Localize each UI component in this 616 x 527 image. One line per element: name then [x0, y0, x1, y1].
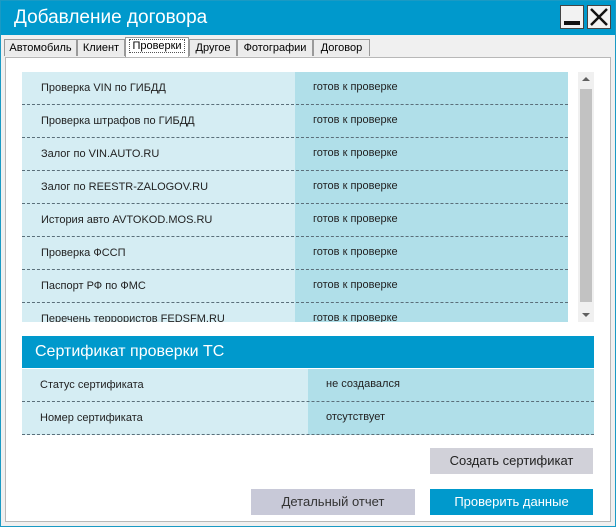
check-status: готов к проверке — [313, 180, 398, 192]
check-status: готов к проверке — [313, 279, 398, 291]
list-item[interactable]: Перечень террористов FEDSFM.RU готов к п… — [22, 303, 568, 322]
list-item[interactable]: Проверка VIN по ГИБДД готов к проверке — [22, 72, 568, 105]
check-data-button[interactable]: Проверить данные — [430, 489, 593, 515]
list-item[interactable]: Паспорт РФ по ФМС готов к проверке — [22, 270, 568, 303]
window-title: Добавление договора — [14, 7, 208, 28]
check-label: Проверка штрафов по ГИБДД — [41, 115, 195, 127]
check-label: Паспорт РФ по ФМС — [41, 280, 146, 292]
vertical-scrollbar[interactable] — [578, 72, 594, 322]
close-button[interactable] — [587, 5, 611, 29]
certificate-number-value: отсутствует — [326, 411, 386, 423]
tab-client[interactable]: Клиент — [77, 39, 125, 56]
check-status: готов к проверке — [313, 312, 398, 322]
check-status: готов к проверке — [313, 246, 398, 258]
check-label: Проверка VIN по ГИБДД — [41, 82, 166, 94]
check-status: готов к проверке — [313, 147, 398, 159]
check-label: Перечень террористов FEDSFM.RU — [41, 313, 225, 322]
check-label: Проверка ФССП — [41, 247, 126, 259]
certificate-status-label: Статус сертификата — [40, 379, 144, 391]
tab-automobile[interactable]: Автомобиль — [4, 39, 77, 56]
certificate-header: Сертификат проверки ТС — [22, 336, 594, 368]
close-icon — [590, 8, 608, 26]
list-item[interactable]: Залог по VIN.AUTO.RU готов к проверке — [22, 138, 568, 171]
certificate-row-status: Статус сертификата не создавался — [22, 369, 594, 402]
scroll-down-icon[interactable] — [582, 313, 590, 317]
list-item[interactable]: История авто AVTOKOD.MOS.RU готов к пров… — [22, 204, 568, 237]
detailed-report-button[interactable]: Детальный отчет — [251, 489, 415, 515]
checks-list[interactable]: Проверка VIN по ГИБДД готов к проверке П… — [22, 72, 568, 322]
list-item[interactable]: Проверка ФССП готов к проверке — [22, 237, 568, 270]
check-status: готов к проверке — [313, 213, 398, 225]
title-bar[interactable]: Добавление договора — [1, 1, 615, 35]
dialog-window: Добавление договора Автомобиль Клиент Пр… — [0, 0, 616, 527]
certificate-title: Сертификат проверки ТС — [35, 343, 225, 360]
certificate-status-value: не создавался — [326, 378, 400, 390]
tab-checks[interactable]: Проверки — [125, 37, 189, 57]
list-item[interactable]: Проверка штрафов по ГИБДД готов к провер… — [22, 105, 568, 138]
scrollbar-thumb[interactable] — [580, 89, 592, 302]
create-certificate-button[interactable]: Создать сертификат — [430, 448, 593, 474]
scroll-up-icon[interactable] — [582, 77, 590, 81]
tab-photos[interactable]: Фотографии — [237, 39, 313, 56]
certificate-row-number: Номер сертификата отсутствует — [22, 402, 594, 435]
minimize-button[interactable] — [560, 5, 584, 29]
check-label: История авто AVTOKOD.MOS.RU — [41, 214, 213, 226]
tab-other[interactable]: Другое — [189, 39, 237, 56]
certificate-number-label: Номер сертификата — [40, 412, 143, 424]
check-status: готов к проверке — [313, 114, 398, 126]
check-label: Залог по REESTR-ZALOGOV.RU — [41, 181, 209, 193]
check-status: готов к проверке — [313, 81, 398, 93]
tab-contract[interactable]: Договор — [313, 39, 370, 56]
list-item[interactable]: Залог по REESTR-ZALOGOV.RU готов к прове… — [22, 171, 568, 204]
check-label: Залог по VIN.AUTO.RU — [41, 148, 160, 160]
